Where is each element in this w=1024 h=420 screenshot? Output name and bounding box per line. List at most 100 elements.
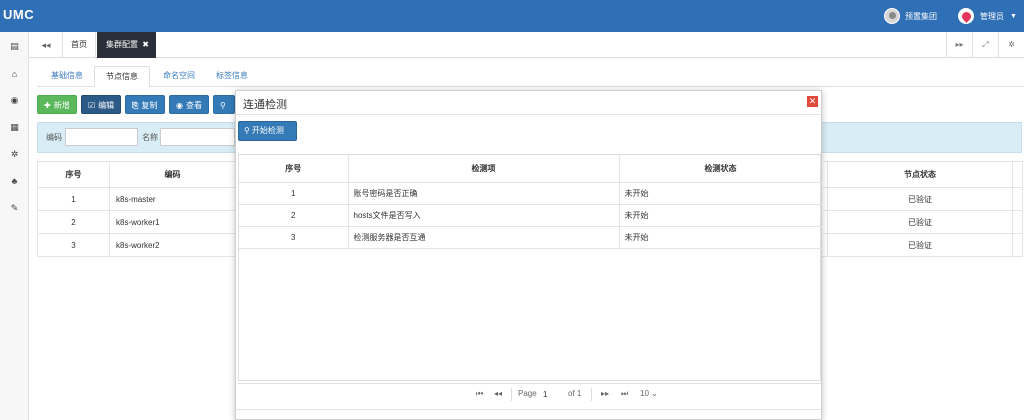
- name-filter-input[interactable]: [160, 128, 235, 146]
- tab-settings-icon[interactable]: ✲: [998, 32, 1024, 58]
- table-row[interactable]: 1 账号密码是否正确 未开始: [239, 182, 823, 205]
- fullscreen-icon[interactable]: ⤢: [972, 32, 998, 58]
- user-label: 管理员: [980, 11, 1004, 21]
- pager-divider: [591, 388, 592, 401]
- edit-label: 编辑: [98, 101, 115, 110]
- name-filter-label: 名称: [142, 133, 158, 142]
- dialog-footer-divider: [236, 409, 821, 410]
- chevron-down-icon: ⌄: [651, 389, 658, 398]
- search-button[interactable]: ⚲: [213, 95, 235, 114]
- code-filter-input[interactable]: [65, 128, 138, 146]
- view-button[interactable]: ◉ 查看: [169, 95, 209, 114]
- check-table-header: 序号 检测项 检测状态: [239, 155, 823, 183]
- page-number-input[interactable]: 1: [540, 388, 560, 401]
- view-label: 查看: [185, 101, 202, 110]
- subtab-namespace[interactable]: 命名空间: [153, 66, 205, 87]
- row-check-item: 账号密码是否正确: [348, 182, 620, 205]
- first-page-icon[interactable]: ⏮: [476, 389, 483, 399]
- page-label: Page: [518, 389, 537, 398]
- row-seq: 1: [37, 187, 110, 211]
- row-status: 已验证: [827, 210, 1013, 234]
- tab-home[interactable]: 首页: [62, 32, 96, 58]
- eye-icon[interactable]: ◉: [0, 95, 29, 106]
- cluster-switcher[interactable]: 预置集团: [884, 8, 937, 24]
- col-code: 编码: [109, 161, 236, 188]
- copy-icon: ⎘: [132, 101, 139, 110]
- cluster-label: 预置集团: [905, 11, 937, 21]
- row-check-item: 检测服务器是否互通: [348, 226, 620, 249]
- id-card-icon[interactable]: ▤: [0, 41, 29, 52]
- subtab-node-info[interactable]: 节点信息: [94, 66, 150, 87]
- tab-scroll-right-icon[interactable]: ▸▸: [946, 32, 972, 58]
- pagination-bar: ⏮ ◂◂ Page 1 of 1 ▸▸ ⏭ 10 ⌄: [238, 383, 821, 405]
- add-button[interactable]: ✚ 新增: [37, 95, 77, 114]
- row-check-status: 未开始: [619, 204, 823, 227]
- tab-scroll-left-icon[interactable]: ◂◂: [33, 32, 59, 58]
- last-page-icon[interactable]: ⏭: [621, 389, 628, 399]
- edit-button[interactable]: ☑ 编辑: [81, 95, 121, 114]
- copy-button[interactable]: ⎘ 复制: [125, 95, 165, 114]
- start-check-label: 开始检测: [251, 126, 284, 135]
- col-check-status: 检测状态: [619, 155, 823, 183]
- add-label: 新增: [53, 101, 70, 110]
- row-check-status: 未开始: [619, 182, 823, 205]
- check-grid: 序号 检测项 检测状态 1 账号密码是否正确 未开始 2 hosts文件是否写入…: [238, 154, 823, 381]
- row-filler: [1012, 210, 1023, 234]
- app-logo: UMC: [3, 7, 35, 22]
- dialog-divider: [236, 114, 821, 115]
- tab-strip: ◂◂ 首页 集群配置 ✖ ▸▸ ⤢ ✲: [29, 32, 1024, 58]
- user-menu[interactable]: 管理员 ▼: [958, 7, 1017, 25]
- server-icon[interactable]: ▦: [0, 122, 29, 133]
- row-filler: [1012, 187, 1023, 211]
- row-seq: 2: [239, 204, 349, 227]
- search-icon: ⚲: [220, 101, 226, 110]
- next-page-icon[interactable]: ▸▸: [601, 389, 609, 398]
- row-seq: 3: [239, 226, 349, 249]
- row-status: 已验证: [827, 233, 1013, 257]
- gear-icon[interactable]: ✲: [0, 149, 29, 160]
- top-bar: UMC 预置集团 管理员 ▼: [0, 0, 1024, 32]
- map-pin-icon: [958, 8, 974, 24]
- bank-icon[interactable]: ⌂: [0, 69, 29, 79]
- tab-close-icon[interactable]: ✖: [142, 40, 149, 49]
- row-seq: 2: [37, 210, 110, 234]
- search-icon: ⚲: [244, 126, 250, 135]
- page-count-label: of 1: [568, 389, 582, 398]
- eye-icon: ◉: [176, 101, 183, 110]
- col-seq: 序号: [239, 155, 349, 183]
- wrench-icon[interactable]: ✎: [0, 203, 29, 214]
- row-code: k8s-worker2: [109, 233, 236, 257]
- col-check-item: 检测项: [348, 155, 620, 183]
- code-filter-label: 编码: [46, 133, 62, 142]
- subtab-tag-info[interactable]: 标签信息: [207, 66, 257, 87]
- row-filler: [1012, 233, 1023, 257]
- subtab-basic-info[interactable]: 基础信息: [43, 66, 91, 87]
- sub-tabs: 基础信息 节点信息 命名空间 标签信息: [37, 66, 1024, 87]
- col-filler: [1012, 161, 1023, 188]
- row-code: k8s-master: [109, 187, 236, 211]
- connectivity-check-dialog: 连通检测 ✕ ⚲ 开始检测 序号 检测项 检测状态 1 账号密码是否正确 未开始 …: [235, 90, 823, 420]
- tab-cluster-config[interactable]: 集群配置 ✖: [97, 32, 156, 58]
- caret-down-icon: ▼: [1010, 12, 1017, 20]
- prev-page-icon[interactable]: ◂◂: [494, 389, 502, 398]
- row-code: k8s-worker1: [109, 210, 236, 234]
- start-check-button[interactable]: ⚲ 开始检测: [238, 121, 297, 141]
- row-seq: 1: [239, 182, 349, 205]
- col-node-status: 节点状态: [827, 161, 1013, 188]
- page-size-select[interactable]: 10 ⌄: [640, 389, 658, 398]
- pager-divider: [511, 388, 512, 401]
- edit-icon: ☑: [88, 101, 96, 110]
- copy-label: 复制: [141, 101, 158, 110]
- check-table: 序号 检测项 检测状态 1 账号密码是否正确 未开始 2 hosts文件是否写入…: [239, 155, 823, 249]
- left-sidebar: ▤ ⌂ ◉ ▦ ✲ ♣ ✎: [0, 32, 29, 420]
- dialog-title: 连通检测: [243, 99, 287, 111]
- col-seq: 序号: [37, 161, 110, 188]
- table-row[interactable]: 3 检测服务器是否互通 未开始: [239, 226, 823, 249]
- row-status: 已验证: [827, 187, 1013, 211]
- sitemap-icon[interactable]: ♣: [0, 176, 29, 186]
- page-size-value: 10: [640, 389, 649, 398]
- cluster-avatar-icon: [884, 8, 900, 24]
- table-row[interactable]: 2 hosts文件是否写入 未开始: [239, 204, 823, 227]
- plus-icon: ✚: [44, 101, 51, 110]
- close-icon[interactable]: ✕: [807, 96, 818, 107]
